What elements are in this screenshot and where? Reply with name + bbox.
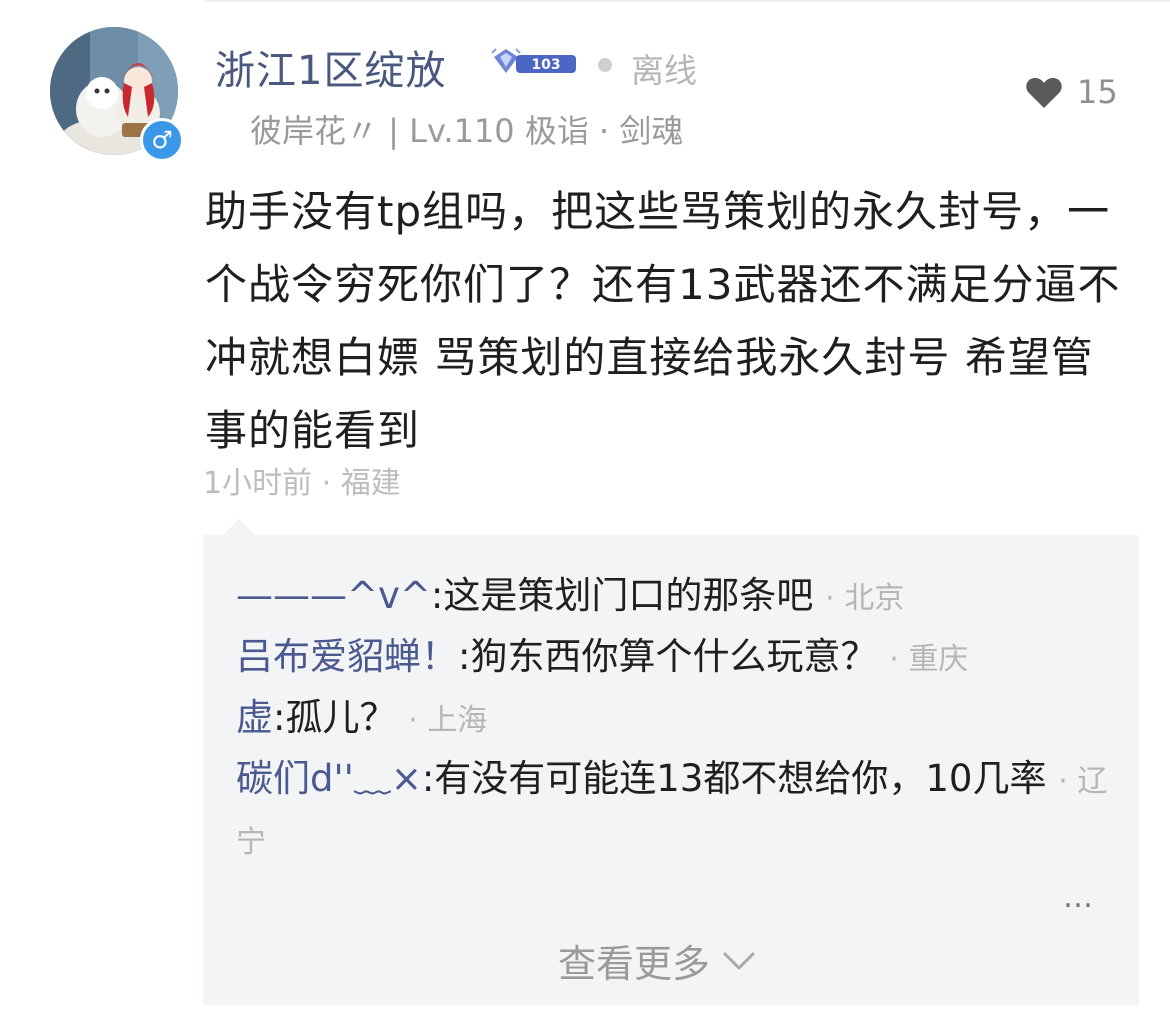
- level-badge-icon: 103: [490, 45, 580, 81]
- level-badge-number: 103: [531, 57, 560, 73]
- post-body: 助手没有tp组吗，把这些骂策划的永久封号，一个战令穷死你们了？还有13武器还不满…: [205, 187, 1121, 455]
- reply-item[interactable]: 碳们d''﹏×:有没有可能连13都不想给你，10几率 · 辽宁: [236, 750, 1116, 872]
- heart-icon: [1025, 75, 1063, 109]
- like-count: 15: [1077, 73, 1118, 111]
- reply-list: ———^v^:这是策划门口的那条吧 · 北京 吕布爱貂蝉！:狗东西你算个什么玩意…: [236, 567, 1116, 872]
- meta-separator: ·: [321, 466, 341, 501]
- reply-item[interactable]: ———^v^:这是策划门口的那条吧 · 北京: [236, 567, 1116, 628]
- more-options-button[interactable]: …: [1063, 880, 1095, 915]
- reply-text: :有没有可能连13都不想给你，10几率: [421, 757, 1047, 800]
- user-sub-info: 彼岸花〃 | Lv.110 极诣 · 剑魂: [250, 112, 684, 150]
- username[interactable]: 浙江1区绽放: [215, 38, 446, 96]
- post-location: 福建: [340, 466, 401, 501]
- reply-location: · 重庆: [889, 642, 969, 677]
- reply-author[interactable]: 碳们d''﹏×: [236, 757, 422, 800]
- male-gender-icon: ♂: [140, 118, 184, 162]
- reply-text: :这是策划门口的那条吧: [430, 574, 814, 617]
- like-button[interactable]: 15: [1025, 72, 1118, 112]
- top-divider: [205, 0, 1170, 2]
- online-status: 离线: [631, 51, 697, 90]
- view-more-label: 查看更多: [558, 942, 711, 986]
- reply-text: :孤儿？: [273, 696, 397, 739]
- reply-item[interactable]: 吕布爱貂蝉！:狗东西你算个什么玩意？ · 重庆: [236, 628, 1116, 689]
- comment-card: ♂ 浙江1区绽放 103 离线 彼岸花〃 | Lv.110 极诣 · 剑魂 15…: [0, 0, 1170, 1020]
- reply-box-arrow: [222, 519, 256, 536]
- status-dot: [598, 58, 612, 72]
- reply-item[interactable]: 虚:孤儿？ · 上海: [236, 689, 1116, 750]
- chevron-down-icon: [722, 950, 756, 972]
- post-meta: 1小时前 · 福建: [203, 458, 401, 502]
- reply-box: ———^v^:这是策划门口的那条吧 · 北京 吕布爱貂蝉！:狗东西你算个什么玩意…: [203, 535, 1139, 1005]
- reply-author[interactable]: 吕布爱貂蝉！: [236, 635, 458, 678]
- reply-location: · 北京: [825, 581, 905, 616]
- reply-location: · 上海: [408, 703, 488, 738]
- reply-author[interactable]: 虚: [236, 696, 273, 739]
- reply-text: :狗东西你算个什么玩意？: [458, 635, 878, 678]
- view-more-button[interactable]: 查看更多: [558, 933, 756, 988]
- reply-author[interactable]: ———^v^: [236, 574, 431, 617]
- post-time: 1小时前: [203, 466, 313, 501]
